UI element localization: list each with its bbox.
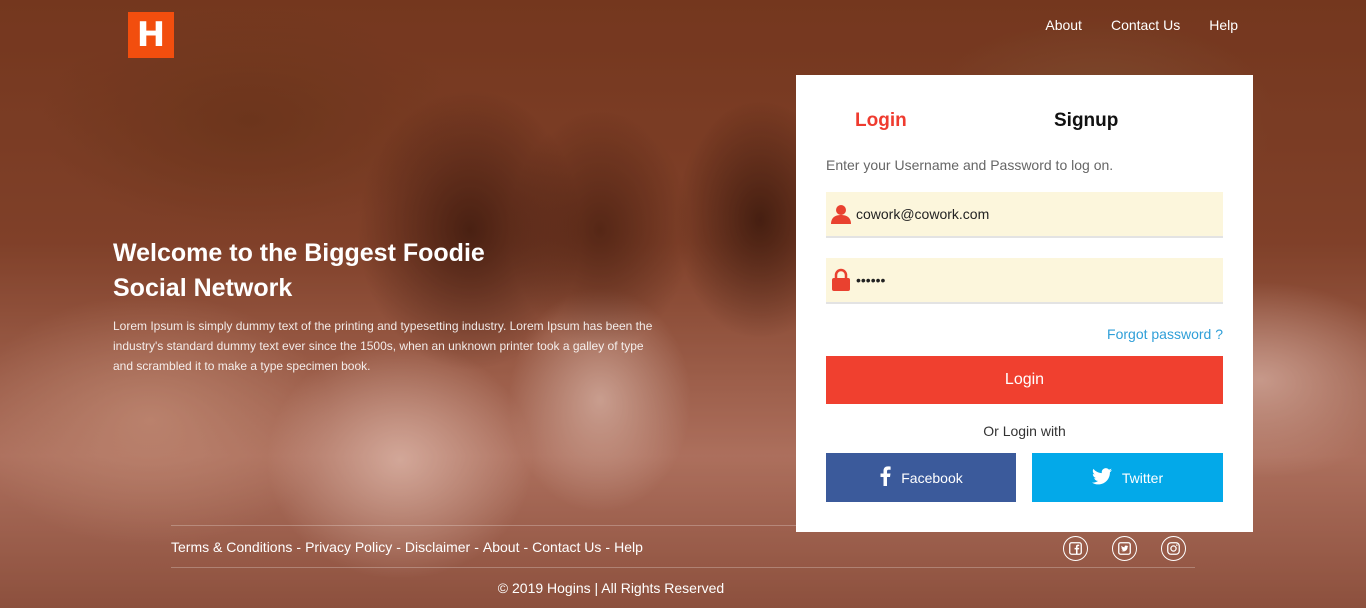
footer-separator: - bbox=[605, 539, 611, 555]
password-field[interactable]: •••••• bbox=[826, 258, 1223, 304]
login-description: Enter your Username and Password to log … bbox=[826, 157, 1114, 173]
tab-signup[interactable]: Signup bbox=[1054, 110, 1118, 132]
forgot-password-link[interactable]: Forgot password ? bbox=[1107, 326, 1223, 342]
nav-contact-link[interactable]: Contact Us bbox=[1111, 17, 1180, 33]
footer-terms-link[interactable]: Terms & Conditions bbox=[171, 539, 292, 555]
footer-disclaimer-link[interactable]: Disclaimer bbox=[405, 539, 470, 555]
footer-social-icons bbox=[1063, 536, 1186, 561]
tab-login[interactable]: Login bbox=[855, 110, 907, 132]
hero-section: Welcome to the Biggest Foodie Social Net… bbox=[113, 236, 673, 376]
brand-logo[interactable]: H bbox=[128, 12, 174, 58]
copyright-text: © 2019 Hogins | All Rights Reserved bbox=[497, 580, 725, 596]
footer-divider-top bbox=[171, 525, 796, 526]
user-icon bbox=[826, 191, 856, 237]
facebook-icon bbox=[879, 466, 891, 489]
auth-tabs: Login Signup bbox=[826, 75, 1223, 165]
footer-links: Terms & Conditions - Privacy Policy - Di… bbox=[171, 539, 643, 555]
footer-separator: - bbox=[474, 539, 479, 555]
hero-text: Lorem Ipsum is simply dummy text of the … bbox=[113, 319, 653, 373]
facebook-label: Facebook bbox=[901, 469, 963, 486]
facebook-login-button[interactable]: Facebook bbox=[826, 453, 1016, 502]
footer-instagram-icon[interactable] bbox=[1161, 536, 1186, 561]
footer-separator: - bbox=[296, 539, 302, 555]
footer-help-link[interactable]: Help bbox=[614, 539, 643, 555]
footer-separator: - bbox=[396, 539, 401, 555]
hero-title: Welcome to the Biggest Foodie Social Net… bbox=[113, 239, 485, 302]
twitter-icon bbox=[1091, 467, 1112, 488]
footer-contact-link[interactable]: Contact Us bbox=[532, 539, 601, 555]
username-field[interactable]: cowork@cowork.com bbox=[826, 192, 1223, 238]
login-button[interactable]: Login bbox=[826, 356, 1223, 404]
password-value[interactable]: •••••• bbox=[856, 272, 885, 288]
footer-twitter-icon[interactable] bbox=[1112, 536, 1137, 561]
login-card: Login Signup Enter your Username and Pas… bbox=[796, 75, 1253, 532]
footer-facebook-icon[interactable] bbox=[1063, 536, 1088, 561]
twitter-label: Twitter bbox=[1121, 469, 1164, 486]
top-nav: About Contact Us Help bbox=[1045, 17, 1238, 33]
footer-separator: - bbox=[523, 539, 529, 555]
twitter-login-button[interactable]: Twitter bbox=[1032, 453, 1223, 502]
nav-help-link[interactable]: Help bbox=[1209, 17, 1238, 33]
footer-divider-bottom bbox=[171, 567, 1195, 568]
username-value[interactable]: cowork@cowork.com bbox=[856, 206, 989, 222]
or-login-with-label: Or Login with bbox=[983, 423, 1066, 439]
footer-privacy-link[interactable]: Privacy Policy bbox=[305, 539, 392, 555]
footer-about-link[interactable]: About bbox=[483, 539, 520, 555]
lock-icon bbox=[826, 257, 856, 303]
nav-about-link[interactable]: About bbox=[1045, 17, 1082, 33]
